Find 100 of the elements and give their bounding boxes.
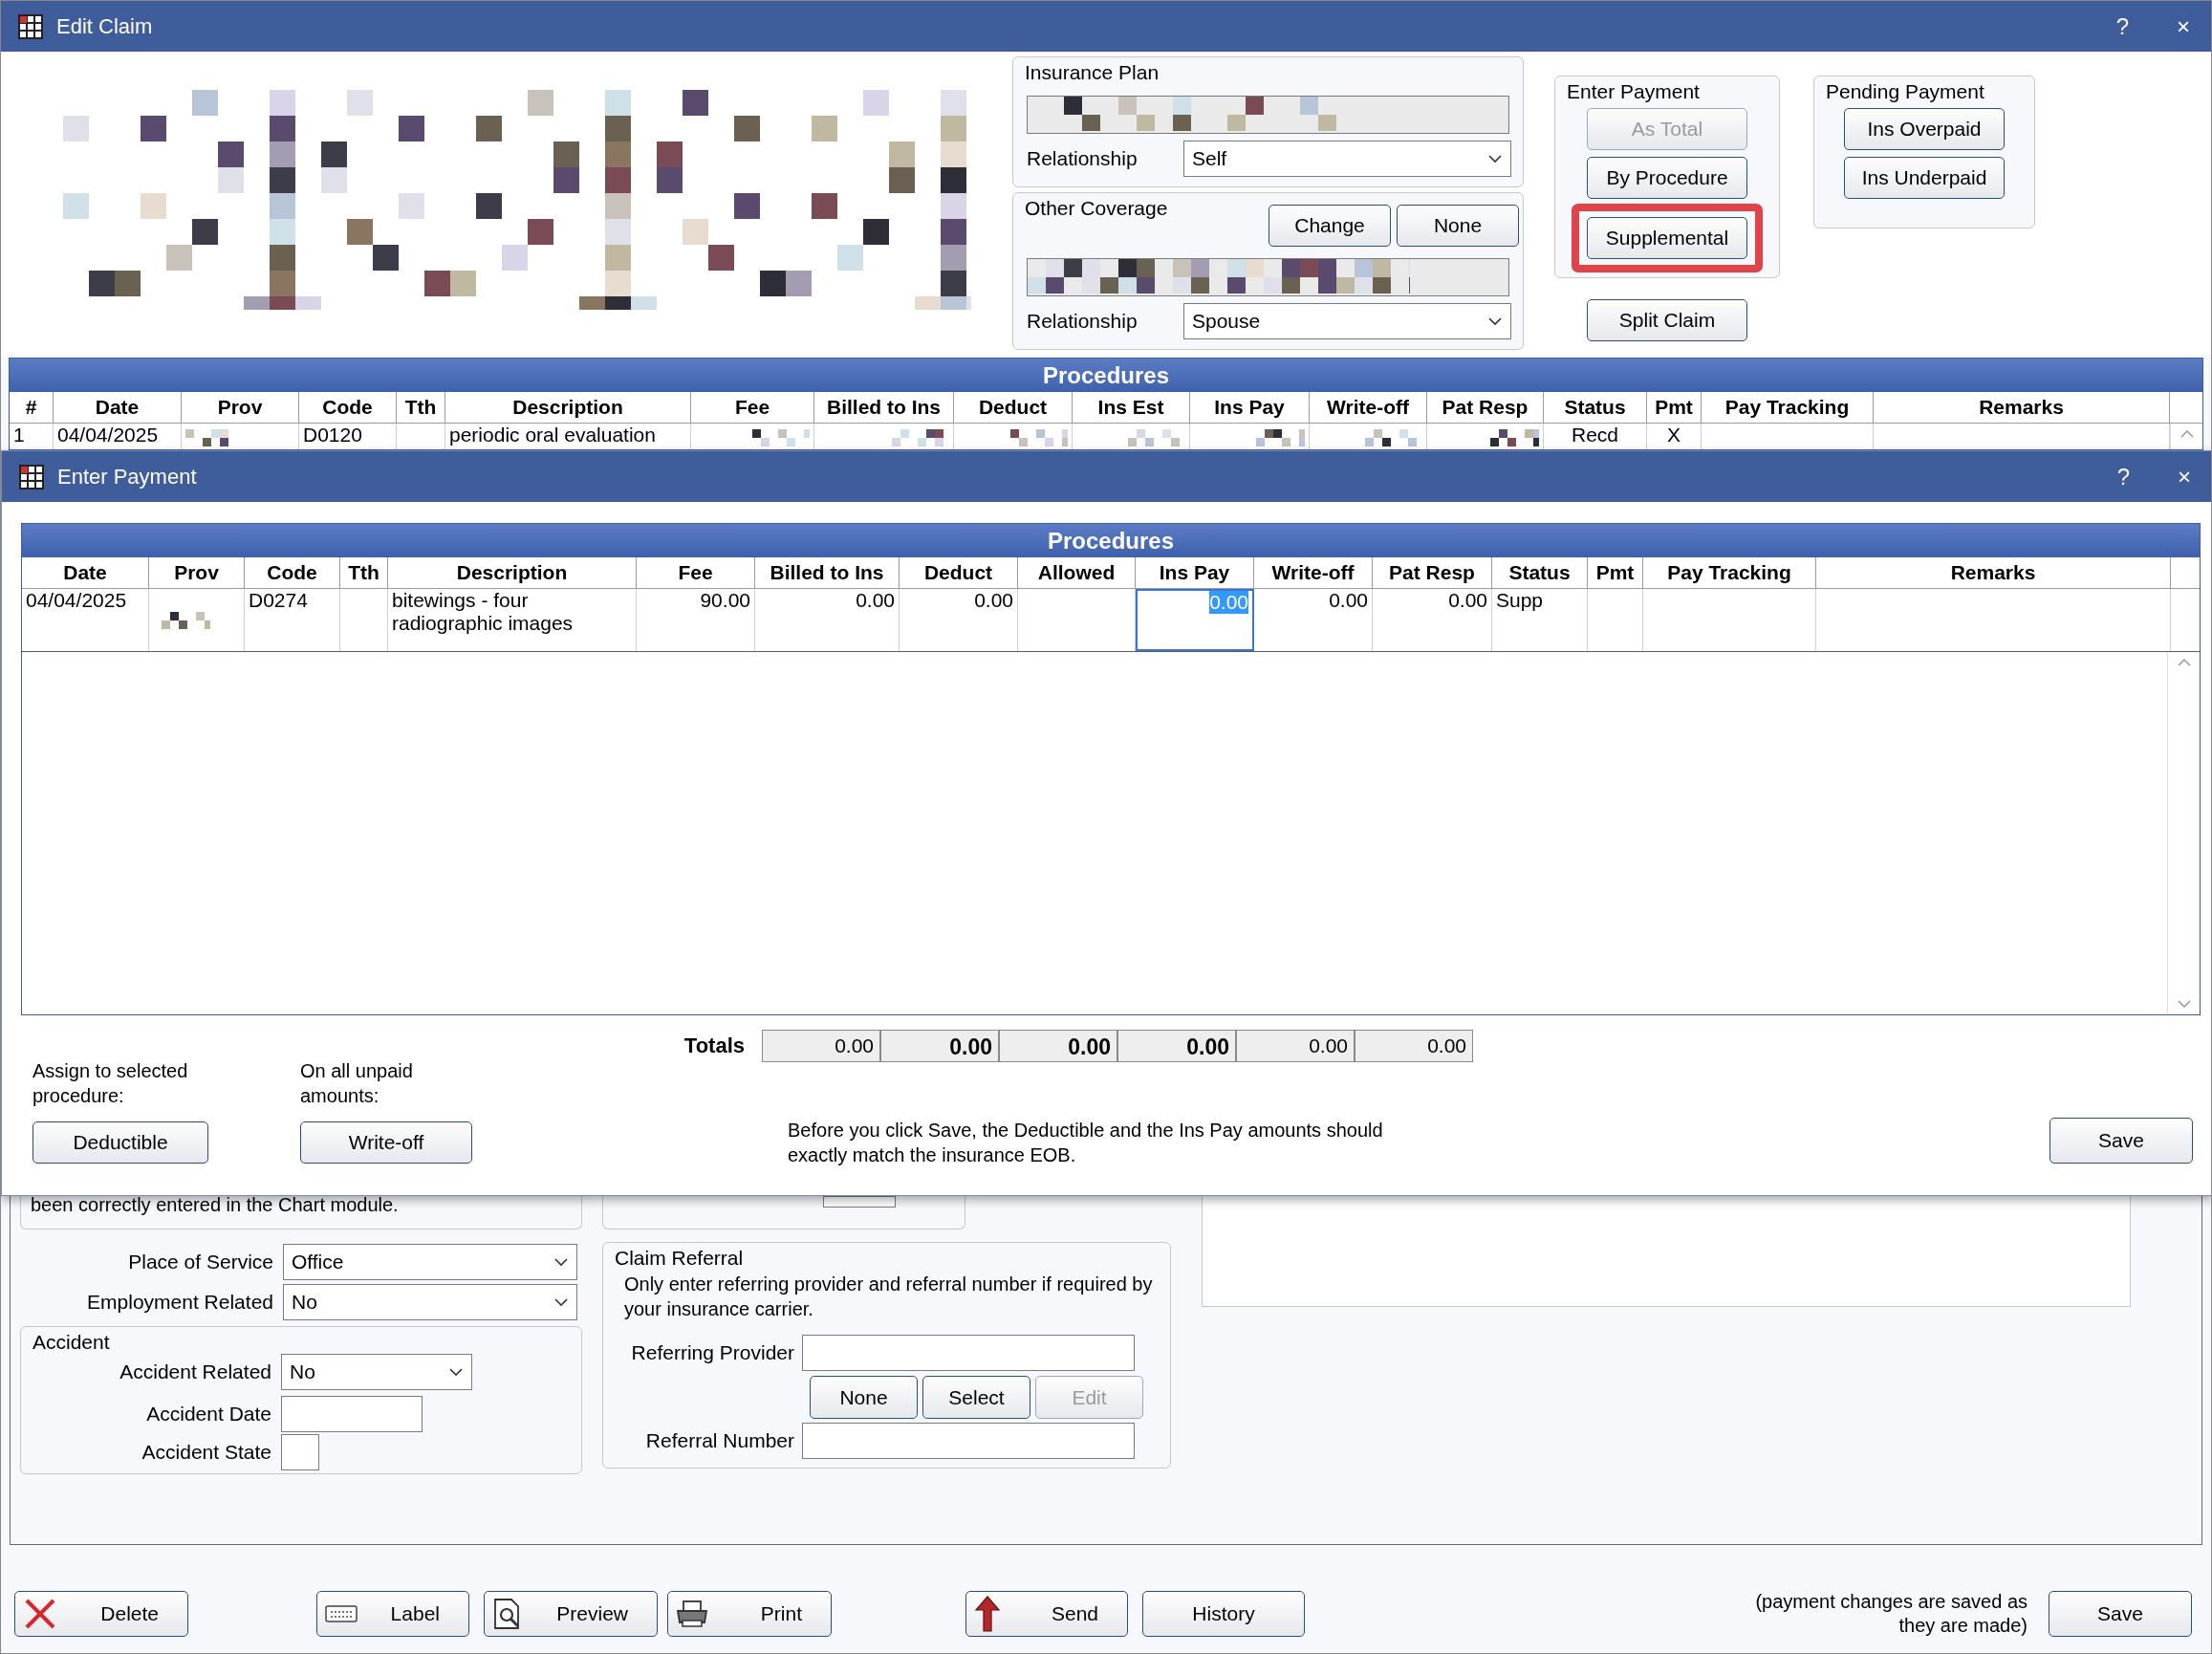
save-button[interactable]: Save — [2049, 1591, 2192, 1637]
column-header[interactable]: Deduct — [954, 392, 1073, 423]
column-header[interactable]: Ins Est — [1073, 392, 1190, 423]
pending-payment-button[interactable]: Ins Overpaid — [1844, 108, 2005, 150]
column-header[interactable]: Remarks — [1874, 392, 2170, 423]
field-label: Referring Provider — [630, 1341, 795, 1364]
help-button[interactable]: ? — [2107, 459, 2139, 494]
column-header[interactable]: Billed to Ins — [755, 557, 900, 588]
text-field[interactable] — [281, 1434, 319, 1470]
text-field[interactable] — [1027, 96, 1509, 134]
table-cell: 0.00 — [755, 589, 900, 651]
column-header[interactable]: Tth — [397, 392, 445, 423]
scroll-up-icon[interactable] — [2176, 658, 2192, 667]
column-header[interactable]: Pay Tracking — [1702, 392, 1874, 423]
field-label: Accident State — [141, 1441, 272, 1464]
referral-button[interactable]: None — [810, 1376, 918, 1419]
group-title: Accident — [33, 1331, 110, 1354]
total-field: 0.00 — [762, 1030, 880, 1062]
toolbar-button[interactable]: Preview — [484, 1591, 658, 1637]
scroll-down-icon[interactable] — [2176, 999, 2192, 1009]
text-field[interactable] — [1027, 258, 1509, 296]
group-title: Other Coverage — [1025, 197, 1168, 220]
column-header[interactable]: Ins Pay — [1136, 557, 1254, 588]
column-header[interactable]: Billed to Ins — [814, 392, 954, 423]
toolbar-button[interactable]: Delete — [14, 1591, 188, 1637]
scroll-up-icon[interactable] — [2179, 429, 2195, 439]
column-header[interactable]: Status — [1544, 392, 1647, 423]
window-title: Edit Claim — [56, 13, 153, 39]
field-label: Relationship — [1027, 147, 1139, 170]
dropdown[interactable]: Spouse — [1183, 303, 1511, 339]
x-icon — [23, 1597, 57, 1631]
payment-button[interactable]: By Procedure — [1587, 157, 1747, 199]
column-header[interactable]: Description — [445, 392, 691, 423]
column-header[interactable]: Pmt — [1588, 557, 1643, 588]
column-header[interactable]: Code — [245, 557, 340, 588]
column-header[interactable]: Write-off — [1310, 392, 1427, 423]
text-field[interactable] — [281, 1396, 423, 1432]
coverage-button[interactable]: None — [1397, 205, 1519, 247]
close-button[interactable]: × — [2167, 9, 2200, 44]
coverage-button[interactable]: Change — [1269, 205, 1391, 247]
toolbar-button[interactable]: History — [1142, 1591, 1305, 1637]
caret-icon — [553, 1297, 569, 1307]
grid-title: Procedures — [22, 524, 2200, 557]
dropdown[interactable]: No — [281, 1354, 472, 1390]
dropdown[interactable]: Office — [283, 1244, 577, 1280]
save-button[interactable]: Save — [2049, 1118, 2193, 1164]
toolbar-button[interactable]: Print — [667, 1591, 832, 1637]
column-header[interactable]: # — [10, 392, 54, 423]
pixelated-redaction-drawing — [1010, 429, 1068, 446]
column-header[interactable]: Date — [54, 392, 182, 423]
close-button[interactable]: × — [2168, 459, 2201, 494]
printer-icon — [676, 1600, 708, 1628]
column-header[interactable]: Allowed — [1018, 557, 1136, 588]
column-header[interactable]: Status — [1492, 557, 1588, 588]
toolbar-button[interactable]: Send — [965, 1591, 1128, 1637]
window-title: Enter Payment — [57, 464, 197, 490]
write-off-button[interactable]: Write-off — [300, 1121, 472, 1164]
column-header[interactable]: Fee — [637, 557, 755, 588]
column-header[interactable]: Pat Resp — [1427, 392, 1544, 423]
column-header[interactable]: Date — [22, 557, 149, 588]
caret-icon — [448, 1367, 464, 1377]
keyboard-icon — [325, 1604, 358, 1623]
grid-icon — [19, 464, 44, 490]
text-field[interactable] — [802, 1335, 1135, 1371]
dropdown[interactable]: No — [283, 1284, 577, 1320]
note-text: Before you click Save, the Deductible and the Ins Pay amounts should exactly match the insurance EOB. — [788, 1119, 1384, 1167]
column-header[interactable]: Remarks — [1816, 557, 2171, 588]
column-header[interactable]: Pat Resp — [1373, 557, 1492, 588]
field-label: Relationship — [1027, 310, 1139, 333]
payment-button[interactable]: Supplemental — [1587, 217, 1747, 259]
text-field[interactable] — [823, 1196, 896, 1208]
field-label: Assign to selected procedure: — [33, 1059, 189, 1108]
column-header[interactable]: Description — [388, 557, 637, 588]
caret-icon — [1487, 154, 1503, 163]
column-header[interactable]: Pmt — [1647, 392, 1702, 423]
column-header[interactable]: Code — [299, 392, 397, 423]
help-button[interactable]: ? — [2106, 9, 2138, 44]
referral-button[interactable]: Select — [922, 1376, 1030, 1419]
column-header[interactable]: Prov — [182, 392, 299, 423]
column-header[interactable]: Deduct — [900, 557, 1018, 588]
column-header[interactable]: Ins Pay — [1190, 392, 1310, 423]
column-header[interactable]: Write-off — [1254, 557, 1373, 588]
column-header[interactable]: Tth — [340, 557, 388, 588]
total-field: 0.00 — [880, 1030, 999, 1062]
field-label: Employment Related — [86, 1291, 274, 1314]
column-header[interactable]: Pay Tracking — [1643, 557, 1816, 588]
up-arrow-icon — [974, 1595, 1001, 1633]
split-claim-button[interactable]: Split Claim — [1587, 299, 1747, 341]
table-cell: bitewings - four radiographic images — [388, 589, 637, 651]
deductible-button[interactable]: Deductible — [33, 1121, 208, 1164]
text-field[interactable] — [802, 1423, 1135, 1459]
table-cell: 0.00 — [900, 589, 1018, 651]
pending-payment-button[interactable]: Ins Underpaid — [1844, 157, 2005, 199]
field-label: On all unpaid amounts: — [300, 1059, 414, 1108]
column-header[interactable]: Fee — [691, 392, 814, 423]
dropdown[interactable]: Self — [1183, 141, 1511, 177]
total-field: 0.00 — [1117, 1030, 1236, 1062]
field-label: Accident Related — [119, 1360, 272, 1383]
column-header[interactable]: Prov — [149, 557, 245, 588]
toolbar-button[interactable]: Label — [316, 1591, 469, 1637]
